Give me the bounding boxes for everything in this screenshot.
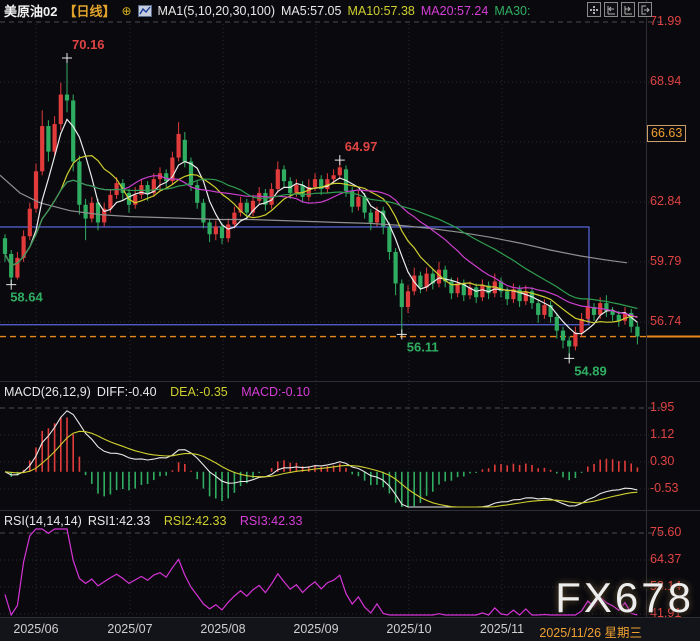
ma10-value: MA10:57.38	[347, 4, 414, 18]
month-label: 2025/08	[200, 622, 245, 636]
rsi-title: RSI(14,14,14)	[4, 514, 82, 528]
svg-text:58.64: 58.64	[10, 290, 43, 305]
ma5-value: MA5:57.05	[281, 4, 341, 18]
axis-tick-label: 1.95	[650, 400, 674, 414]
watermark: FX678	[555, 574, 694, 622]
macd-layer	[5, 411, 637, 507]
macd-diff-value: DIFF:-0.40	[97, 385, 157, 399]
scale-right-icon[interactable]	[621, 2, 635, 17]
exit-panel-icon[interactable]	[638, 2, 652, 17]
chart-type-icon[interactable]	[138, 4, 152, 18]
rsi-label-row: RSI(14,14,14) RSI1:42.33 RSI2:42.33 RSI3:…	[4, 514, 312, 528]
symbol-name: 美原油02	[4, 1, 57, 20]
rsi3-value: RSI3:42.33	[240, 514, 303, 528]
rsi2-value: RSI2:42.33	[164, 514, 227, 528]
drawings-layer	[0, 227, 700, 337]
rsi-layer	[5, 529, 637, 615]
macd-macd-value: MACD:-0.10	[241, 385, 310, 399]
month-label: 2025/06	[13, 622, 58, 636]
svg-text:54.89: 54.89	[574, 363, 607, 378]
axis-tick-label: 1.12	[650, 427, 674, 441]
month-label: 2025/09	[293, 622, 338, 636]
svg-text:64.97: 64.97	[345, 139, 378, 154]
svg-text:56.11: 56.11	[407, 339, 439, 354]
axis-tick-label: 59.79	[650, 254, 681, 268]
svg-text:70.16: 70.16	[72, 37, 105, 52]
macd-title: MACD(26,12,9)	[4, 385, 91, 399]
axis-tick-label: 62.84	[650, 194, 681, 208]
crosshair-icon[interactable]	[587, 2, 601, 17]
axis-tick-label: 64.37	[650, 552, 681, 566]
scale-left-icon[interactable]	[604, 2, 618, 17]
candlestick-layer	[3, 58, 640, 358]
rsi1-value: RSI1:42.33	[88, 514, 151, 528]
ma30-value: MA30:	[494, 4, 530, 18]
month-label: 2025/11	[480, 622, 524, 636]
axis-tick-label: 56.74	[650, 314, 681, 328]
chart-toolbar	[587, 2, 652, 17]
chart-canvas[interactable]: 70.16 58.64 64.97 56.11 54.89	[0, 0, 700, 641]
boxed-price-label: 66.63	[647, 125, 686, 142]
period-label[interactable]: 【日线】	[63, 1, 115, 20]
macd-dea-value: DEA:-0.35	[170, 385, 228, 399]
current-date-label: 2025/11/26 星期三	[539, 622, 642, 641]
month-label: 2025/10	[386, 622, 431, 636]
axis-tick-label: -0.53	[650, 481, 679, 495]
axis-tick-label: 75.60	[650, 525, 681, 539]
month-label: 2025/07	[107, 622, 152, 636]
chart-app: 美原油02 【日线】 ⊕ MA1(5,10,20,30,100) MA5:57.…	[0, 0, 700, 641]
add-indicator-icon[interactable]: ⊕	[121, 5, 131, 17]
macd-label-row: MACD(26,12,9) DIFF:-0.40 DEA:-0.35 MACD:-…	[4, 385, 320, 399]
axis-tick-label: 0.30	[650, 454, 674, 468]
ma-settings-label: MA1(5,10,20,30,100)	[158, 4, 275, 18]
axis-tick-label: 68.94	[650, 74, 681, 88]
ma20-value: MA20:57.24	[421, 4, 488, 18]
